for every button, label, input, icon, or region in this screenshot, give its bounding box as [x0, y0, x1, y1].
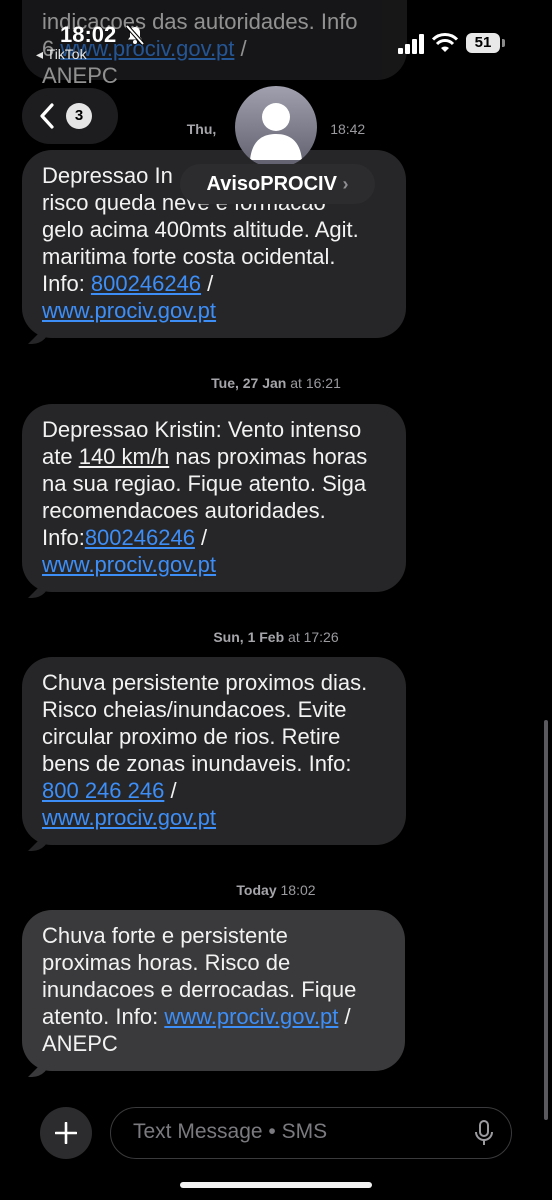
message-line: proximas horas. Risco de — [42, 950, 291, 975]
message-line: Depressao Kristin: Vento intenso — [42, 417, 362, 442]
back-button[interactable]: 3 — [22, 88, 118, 144]
status-bar: 18:02 ◂ TikTok 51 — [0, 0, 552, 90]
timestamp: Tue, 27 Jan at 16:21 — [211, 375, 341, 391]
battery-level: 51 — [474, 34, 492, 51]
bubble-tail — [28, 576, 50, 598]
bubble-tail — [28, 322, 50, 344]
message-line: Chuva persistente proximos dias. — [42, 670, 368, 695]
message-line: Info:800246246 / — [42, 525, 208, 550]
mute-bell-icon — [125, 24, 145, 46]
bubble-tail — [28, 1055, 50, 1077]
message-line: maritima forte costa ocidental. — [42, 244, 336, 269]
website-link[interactable]: www.prociv.gov.pt — [164, 1004, 338, 1029]
message-line: recomendacoes autoridades. — [42, 498, 326, 523]
website-link[interactable]: www.prociv.gov.pt — [42, 552, 216, 577]
message-line: ANEPC — [42, 1031, 118, 1056]
message-line: inundacoes e derrocadas. Fique — [42, 977, 357, 1002]
contact-name-button[interactable]: AvisoPROCIV › — [180, 164, 375, 204]
clock: 18:02 — [60, 22, 117, 47]
timestamp: Today 18:02 — [236, 882, 316, 898]
back-to-app-link[interactable]: ◂ TikTok — [36, 46, 87, 63]
add-attachment-button[interactable] — [40, 1107, 92, 1159]
timestamp: Sun, 1 Feb at 17:26 — [213, 629, 339, 645]
unread-count-badge: 3 — [66, 103, 92, 129]
back-chevron-icon — [40, 103, 54, 129]
message-line: Risco cheias/inundacoes. Evite — [42, 697, 347, 722]
wifi-icon — [432, 33, 458, 52]
message-line: bens de zonas inundaveis. Info: — [42, 751, 352, 776]
signal-icon — [398, 34, 424, 54]
website-link[interactable]: www.prociv.gov.pt — [42, 805, 216, 830]
contact-silhouette-icon — [250, 103, 302, 160]
message-line: circular proximo de rios. Retire — [42, 724, 341, 749]
chevron-right-icon: › — [342, 174, 349, 194]
speed-detected-link[interactable]: 140 km/h — [79, 444, 170, 469]
bubble-tail — [28, 829, 50, 851]
message-input[interactable]: Text Message • SMS — [110, 1107, 512, 1159]
battery-cap — [502, 39, 505, 47]
message-bubble[interactable]: Depressao Kristin: Vento intenso ate 140… — [22, 404, 406, 598]
microphone-icon[interactable] — [473, 1119, 495, 1147]
message-line: gelo acima 400mts altitude. Agit. — [42, 217, 359, 242]
contact-name: AvisoPROCIV — [206, 173, 337, 195]
message-bubble-latest[interactable]: Chuva forte e persistente proximas horas… — [22, 910, 405, 1077]
phone-link[interactable]: 800246246 — [85, 525, 195, 550]
contact-avatar[interactable] — [235, 86, 317, 168]
message-line: atento. Info: www.prociv.gov.pt / — [42, 1004, 351, 1029]
message-line: na sua regiao. Fique atento. Siga — [42, 471, 367, 496]
message-line: Info: 800246246 / — [42, 271, 214, 296]
battery-icon: 51 — [466, 33, 500, 53]
scrollbar-thumb[interactable] — [544, 720, 548, 1120]
phone-link[interactable]: 800 246 246 — [42, 778, 164, 803]
phone-link[interactable]: 800246246 — [91, 271, 201, 296]
plus-icon — [54, 1121, 78, 1145]
message-line: 800 246 246 / — [42, 778, 177, 803]
website-link[interactable]: www.prociv.gov.pt — [42, 298, 216, 323]
message-line: Chuva forte e persistente — [42, 923, 288, 948]
message-bubble[interactable]: Chuva persistente proximos dias. Risco c… — [22, 657, 406, 851]
message-input-placeholder: Text Message • SMS — [133, 1120, 328, 1143]
home-indicator[interactable] — [180, 1182, 372, 1188]
message-line: ate 140 km/h nas proximas horas — [42, 444, 368, 469]
